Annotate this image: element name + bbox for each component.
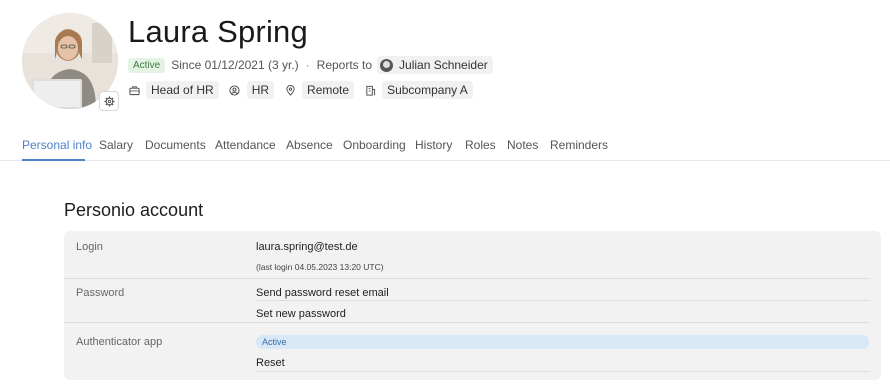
reports-to-label: Reports to [316, 58, 373, 72]
avatar-settings-button[interactable] [99, 91, 119, 111]
row-divider [64, 278, 869, 279]
login-label: Login [76, 241, 103, 253]
manager-chip[interactable]: Julian Schneider [377, 56, 493, 74]
employment-since: Since 01/12/2021 (3 yr.) [171, 58, 299, 72]
tag-position: Head of HR [128, 81, 219, 99]
employee-meta: Active Since 01/12/2021 (3 yr.) · Report… [128, 56, 493, 74]
tab-attendance[interactable]: Attendance [215, 138, 276, 152]
tab-absence[interactable]: Absence [286, 138, 333, 152]
authenticator-reset-link[interactable]: Reset [256, 357, 285, 369]
tab-history[interactable]: History [415, 138, 452, 152]
active-tab-indicator [22, 159, 85, 161]
row-divider [64, 322, 869, 323]
tab-roles[interactable]: Roles [465, 138, 496, 152]
last-login: (last login 04.05.2023 13:20 UTC) [256, 262, 384, 272]
row-divider [256, 300, 869, 301]
tab-reminders[interactable]: Reminders [550, 138, 608, 152]
avatar-wrapper [22, 13, 119, 111]
briefcase-icon [128, 84, 140, 96]
user-circle-icon [229, 84, 241, 96]
tag-office: Remote [284, 81, 355, 99]
building-icon [364, 84, 376, 96]
manager-avatar [380, 58, 394, 72]
login-email: laura.spring@test.de [256, 241, 358, 253]
tag-label: Head of HR [146, 81, 219, 99]
authenticator-label: Authenticator app [76, 336, 163, 348]
status-badge: Active [128, 57, 166, 73]
section-title: Personio account [64, 200, 204, 220]
profile-tabs: Personal info Salary Documents Attendanc… [0, 130, 890, 161]
meta-separator: · [305, 58, 310, 72]
authenticator-status-badge: Active [256, 335, 869, 349]
password-label: Password [76, 287, 125, 299]
manager-name: Julian Schneider [399, 58, 488, 72]
tag-label: Subcompany A [382, 81, 473, 99]
tab-notes[interactable]: Notes [507, 138, 538, 152]
tab-salary[interactable]: Salary [99, 138, 133, 152]
tag-label: HR [246, 81, 275, 99]
tag-label: Remote [302, 81, 355, 99]
send-password-reset-link[interactable]: Send password reset email [256, 287, 389, 299]
tag-subcompany: Subcompany A [364, 81, 473, 99]
row-divider [256, 371, 869, 372]
employee-name: Laura Spring [128, 14, 308, 49]
gear-icon [103, 95, 115, 107]
tab-personal-info[interactable]: Personal info [22, 138, 92, 152]
tag-department: HR [229, 81, 275, 99]
employee-tags: Head of HR HR Remote Subcompany A [128, 81, 483, 99]
tab-documents[interactable]: Documents [145, 138, 206, 152]
set-new-password-link[interactable]: Set new password [256, 308, 346, 320]
tab-onboarding[interactable]: Onboarding [343, 138, 406, 152]
location-pin-icon [284, 84, 296, 96]
personio-account-card: Login laura.spring@test.de (last login 0… [64, 231, 881, 380]
